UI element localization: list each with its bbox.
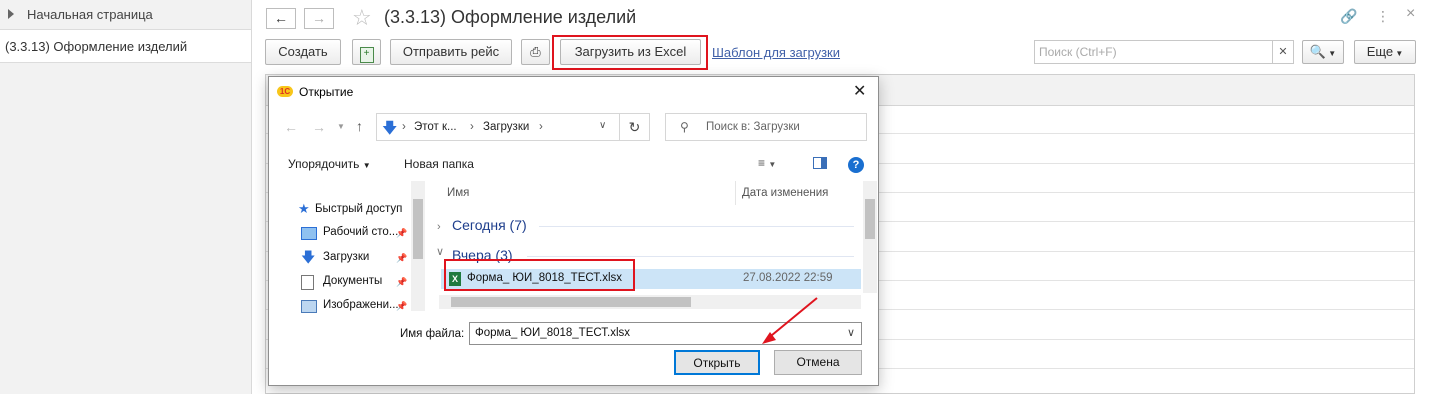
annotation-arrow xyxy=(762,297,818,344)
arrow-line xyxy=(765,297,818,341)
